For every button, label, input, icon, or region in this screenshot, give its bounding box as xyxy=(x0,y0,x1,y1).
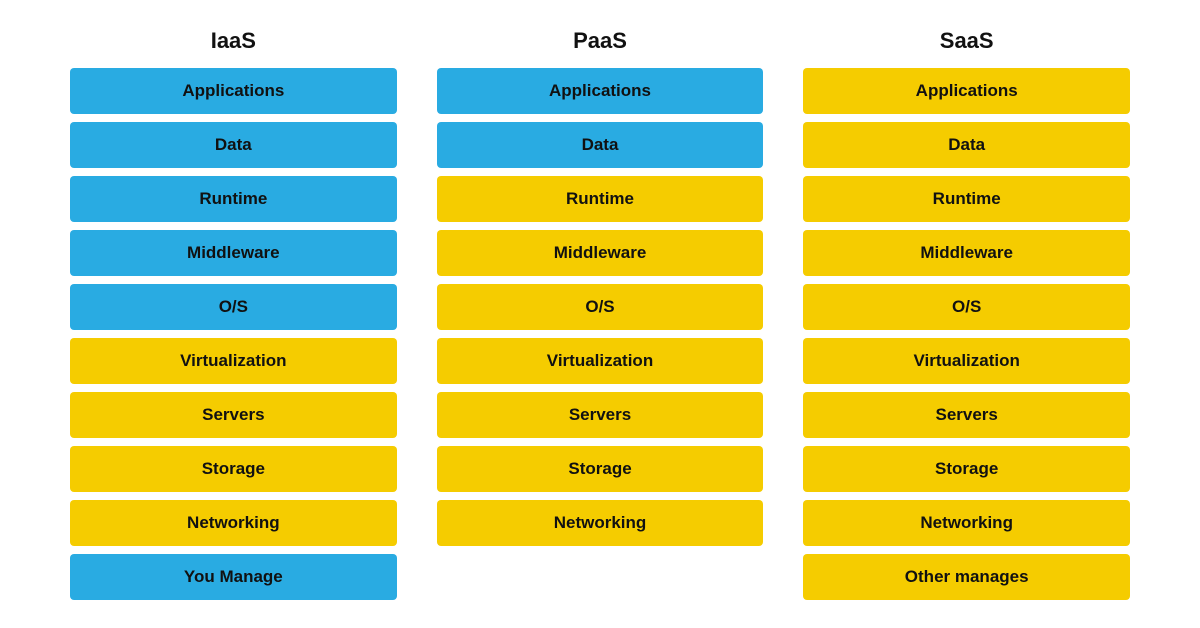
column-header-saas: SaaS xyxy=(940,28,994,54)
cell-paas-7: Storage xyxy=(437,446,764,492)
cell-iaas-4: O/S xyxy=(70,284,397,330)
cell-iaas-1: Data xyxy=(70,122,397,168)
rows-container-iaas: Applications Data Runtime Middleware O/S Virt… xyxy=(50,68,417,546)
cell-iaas-8: Networking xyxy=(70,500,397,546)
cell-saas-8: Networking xyxy=(803,500,1130,546)
cell-saas-0: Applications xyxy=(803,68,1130,114)
column-paas: PaaS Applications Data Runtime Middleware O/S… xyxy=(417,28,784,600)
cell-saas-4: O/S xyxy=(803,284,1130,330)
legend-saas: Other manages xyxy=(783,554,1150,600)
cell-paas-1: Data xyxy=(437,122,764,168)
legend-cell-iaas: You Manage xyxy=(70,554,397,600)
cell-saas-6: Servers xyxy=(803,392,1130,438)
main-container: IaaS Applications Data Runtime Middleware O/S… xyxy=(50,28,1150,600)
cell-saas-3: Middleware xyxy=(803,230,1130,276)
cell-paas-3: Middleware xyxy=(437,230,764,276)
cell-paas-0: Applications xyxy=(437,68,764,114)
column-header-paas: PaaS xyxy=(573,28,627,54)
cell-iaas-6: Servers xyxy=(70,392,397,438)
column-header-iaas: IaaS xyxy=(211,28,256,54)
cell-iaas-5: Virtualization xyxy=(70,338,397,384)
cell-paas-2: Runtime xyxy=(437,176,764,222)
cell-paas-6: Servers xyxy=(437,392,764,438)
cell-iaas-7: Storage xyxy=(70,446,397,492)
cell-saas-7: Storage xyxy=(803,446,1130,492)
rows-container-saas: Applications Data Runtime Middleware O/S Virt… xyxy=(783,68,1150,546)
cell-paas-5: Virtualization xyxy=(437,338,764,384)
cell-paas-4: O/S xyxy=(437,284,764,330)
cell-iaas-3: Middleware xyxy=(70,230,397,276)
column-iaas: IaaS Applications Data Runtime Middleware O/S… xyxy=(50,28,417,600)
rows-container-paas: Applications Data Runtime Middleware O/S Virt… xyxy=(417,68,784,546)
legend-iaas: You Manage xyxy=(50,554,417,600)
cell-paas-8: Networking xyxy=(437,500,764,546)
column-saas: SaaS Applications Data Runtime Middleware O/S… xyxy=(783,28,1150,600)
cell-saas-1: Data xyxy=(803,122,1130,168)
columns-wrapper: IaaS Applications Data Runtime Middleware O/S… xyxy=(50,28,1150,600)
cell-saas-2: Runtime xyxy=(803,176,1130,222)
cell-iaas-0: Applications xyxy=(70,68,397,114)
legend-cell-saas: Other manages xyxy=(803,554,1130,600)
cell-iaas-2: Runtime xyxy=(70,176,397,222)
cell-saas-5: Virtualization xyxy=(803,338,1130,384)
